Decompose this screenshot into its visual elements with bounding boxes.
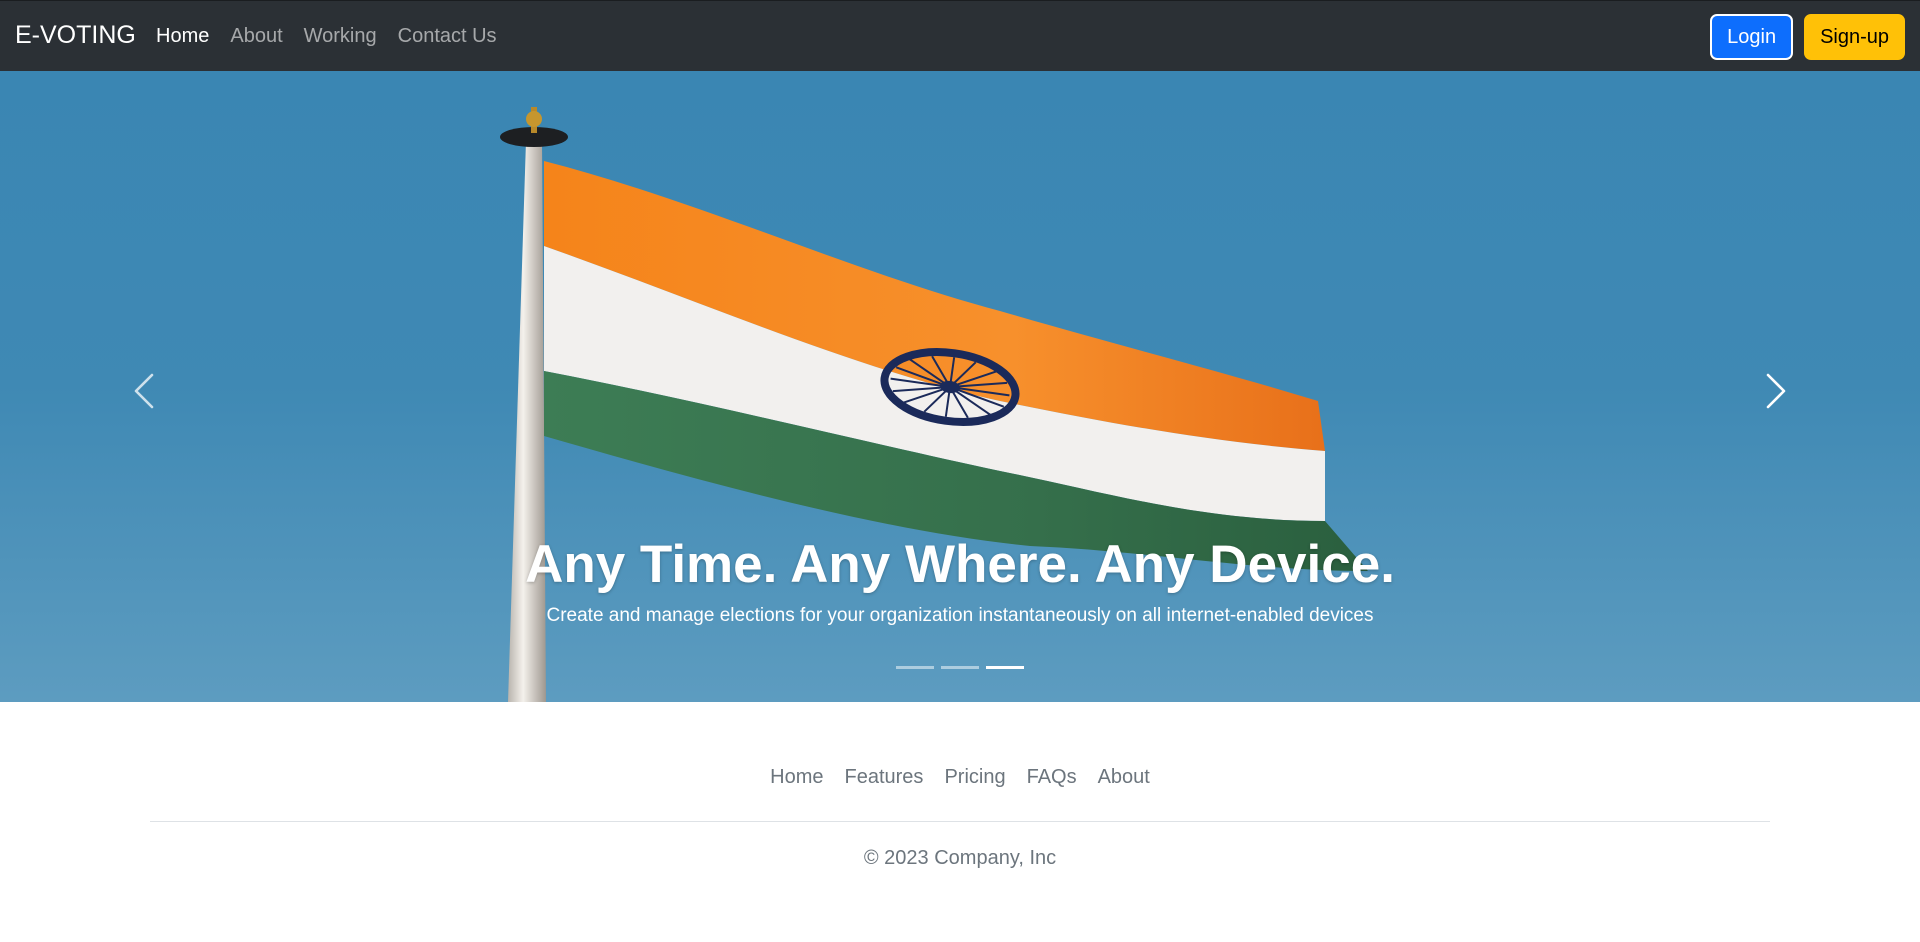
footer-link-home[interactable]: Home <box>770 766 823 789</box>
carousel-indicator-2[interactable] <box>941 666 979 669</box>
nav-link-home[interactable]: Home <box>156 25 209 48</box>
nav-link-working[interactable]: Working <box>304 25 377 48</box>
footer-divider <box>150 821 1770 822</box>
footer-link-features[interactable]: Features <box>845 766 924 789</box>
footer-link-about[interactable]: About <box>1098 766 1150 789</box>
main-nav: Home About Working Contact Us <box>156 25 497 48</box>
footer-nav: Home Features Pricing FAQs About <box>0 766 1920 789</box>
copyright-text: © 2023 Company, Inc <box>863 847 1057 869</box>
chevron-left-icon <box>134 373 154 409</box>
carousel-prev-button[interactable] <box>114 361 174 421</box>
hero-carousel: Any Time. Any Where. Any Device. Create … <box>0 71 1920 702</box>
chevron-right-icon <box>1766 373 1786 409</box>
signup-button[interactable]: Sign-up <box>1804 14 1905 60</box>
carousel-indicators <box>0 666 1920 669</box>
footer-link-pricing[interactable]: Pricing <box>944 766 1005 789</box>
carousel-indicator-3[interactable] <box>986 666 1024 669</box>
carousel-next-button[interactable] <box>1746 361 1806 421</box>
brand-logo[interactable]: E-VOTING <box>15 21 136 50</box>
auth-actions: Login Sign-up <box>1710 14 1905 60</box>
nav-link-about[interactable]: About <box>230 25 282 48</box>
carousel-indicator-1[interactable] <box>896 666 934 669</box>
hero-subtitle: Create and manage elections for your org… <box>546 605 1374 626</box>
login-button[interactable]: Login <box>1710 14 1794 60</box>
footer-link-faqs[interactable]: FAQs <box>1027 766 1077 789</box>
hero-title: Any Time. Any Where. Any Device. <box>525 535 1395 594</box>
nav-link-contact-us[interactable]: Contact Us <box>398 25 497 48</box>
top-navbar: E-VOTING Home About Working Contact Us L… <box>0 0 1920 71</box>
